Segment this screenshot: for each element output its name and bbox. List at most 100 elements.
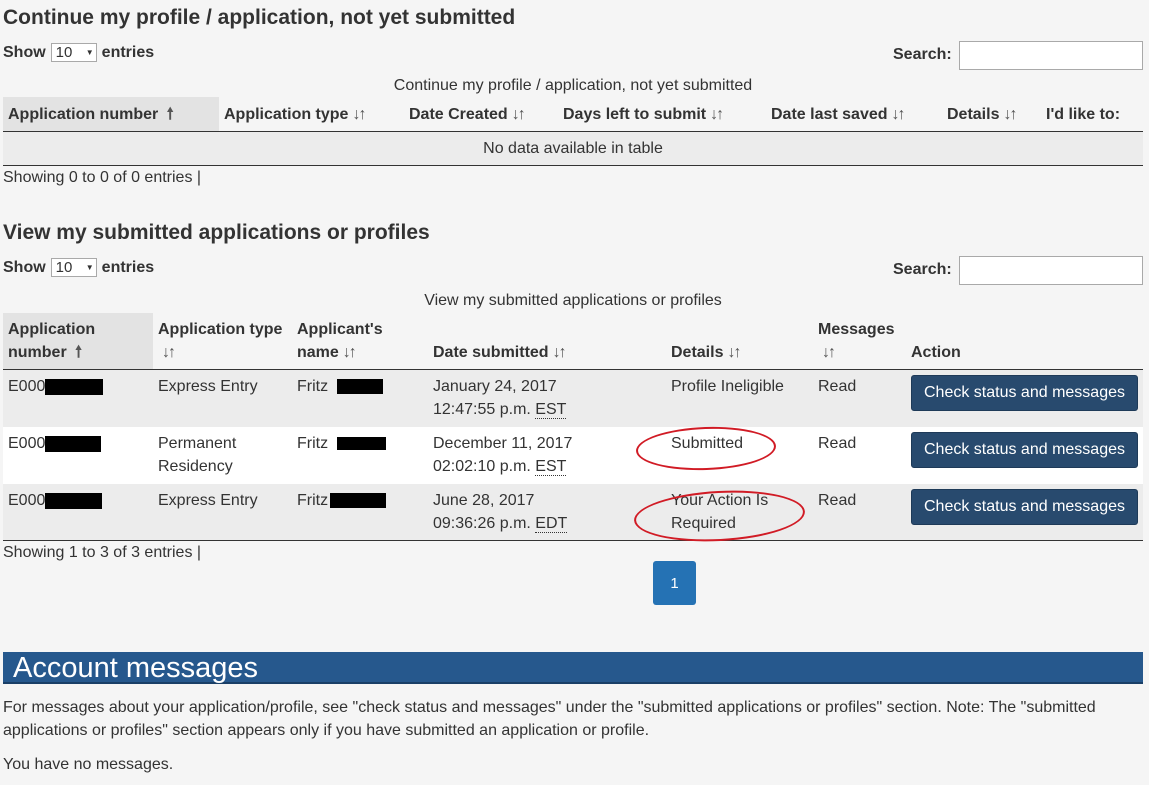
redacted-block (45, 492, 103, 509)
account-note-line: applications or profiles" section appear… (3, 722, 650, 739)
col-label: Application type (158, 321, 283, 338)
pagination-page-1[interactable]: 1 (653, 561, 696, 605)
search-label: Search: (893, 46, 952, 63)
redacted-block (336, 437, 386, 451)
col-date-created[interactable]: Date Created ↓↑ (409, 103, 526, 126)
col-applicant-name[interactable]: Applicant's name ↓↑ (297, 318, 383, 364)
timezone-abbr: EST (535, 401, 567, 419)
cell-applicant-name: Fritz (297, 375, 383, 398)
col-application-number[interactable]: Application number 🠕 (8, 318, 95, 364)
time-line: 09:36:26 p.m. (433, 515, 531, 532)
col-date-submitted[interactable]: Date submitted ↓↑ (433, 341, 567, 364)
col-messages[interactable]: Messages ↓↑ (818, 318, 895, 364)
cell-details: Profile Ineligible (671, 378, 784, 395)
search-input[interactable] (959, 41, 1143, 70)
app-number-prefix: E000 (8, 492, 46, 509)
check-status-button[interactable]: Check status and messages (911, 489, 1138, 525)
search-input[interactable] (959, 256, 1143, 285)
cell-applicant-name: Fritz (297, 489, 387, 512)
table-caption: View my submitted applications or profil… (424, 292, 722, 309)
sort-icon: ↓↑ (727, 344, 741, 361)
redacted-block (45, 435, 102, 452)
col-application-type[interactable]: Application type ↓↑ (224, 103, 366, 126)
col-days-left[interactable]: Days left to submit ↓↑ (563, 103, 724, 126)
sort-icon: ↓↑ (822, 344, 836, 361)
cell-application-number: E000 (8, 375, 104, 398)
entries-select[interactable]: 10 ▼ (50, 43, 97, 62)
timezone-abbr: EST (535, 458, 567, 476)
account-messages-heading: Account messages (3, 652, 1143, 684)
show-entries-control: Show 10 ▼ entries (3, 43, 154, 62)
redacted-block (330, 493, 387, 509)
sort-asc-icon: 🠕 (166, 106, 174, 123)
cell-messages: Read (818, 492, 857, 509)
cell-application-type: Express Entry (158, 378, 258, 395)
app-number-prefix: E000 (8, 378, 46, 395)
account-note: For messages about your application/prof… (3, 696, 1096, 742)
sort-icon: ↓↑ (710, 106, 724, 123)
sort-icon: ↓↑ (162, 344, 176, 361)
sort-icon: ↓↑ (352, 106, 366, 123)
col-label: Date Created (409, 106, 508, 123)
table-info: Showing 1 to 3 of 3 entries | (3, 544, 202, 561)
dropdown-caret-icon: ▼ (85, 263, 94, 272)
sort-icon: ↓↑ (511, 106, 526, 123)
cell-applicant-name: Fritz (297, 432, 386, 455)
no-messages-text: You have no messages. (3, 756, 174, 773)
entries-select-value: 10 (55, 259, 73, 276)
table-info: Showing 0 to 0 of 0 entries | (3, 169, 202, 186)
col-label: Details (947, 106, 1000, 123)
applicant-first-name: Fritz (297, 492, 329, 509)
col-label: Days left to submit (563, 106, 707, 123)
redacted-block (336, 379, 383, 395)
dropdown-caret-icon: ▼ (85, 48, 94, 57)
col-details[interactable]: Details ↓↑ (671, 341, 741, 364)
col-label: name (297, 344, 339, 361)
section-title-submitted: View my submitted applications or profil… (3, 221, 430, 244)
col-id-like-to: I'd like to: (1046, 106, 1121, 123)
entries-label: entries (101, 258, 155, 276)
type-line: Residency (158, 458, 233, 475)
timezone-abbr: EDT (535, 515, 568, 533)
cell-application-number: E000 (8, 489, 103, 512)
entries-select[interactable]: 10 ▼ (50, 258, 97, 277)
applicant-first-name: Fritz (297, 435, 329, 452)
show-label: Show (3, 258, 46, 276)
sort-asc-icon: 🠕 (75, 344, 82, 361)
col-application-number[interactable]: Application number 🠕 (8, 103, 174, 126)
cell-application-type: Permanent Residency (158, 432, 236, 478)
col-application-type[interactable]: Application type ↓↑ (158, 318, 282, 364)
sort-icon: ↓↑ (1003, 106, 1017, 123)
type-line: Permanent (158, 435, 237, 452)
sort-icon: ↓↑ (891, 106, 906, 123)
empty-table-message: No data available in table (483, 140, 663, 157)
col-action: Action (911, 344, 961, 361)
check-status-button[interactable]: Check status and messages (911, 432, 1138, 468)
col-details[interactable]: Details ↓↑ (947, 103, 1017, 126)
cell-messages: Read (818, 378, 857, 395)
applicant-first-name: Fritz (297, 378, 329, 395)
check-status-button[interactable]: Check status and messages (911, 375, 1138, 411)
col-label: number (8, 344, 67, 361)
search-label: Search: (893, 261, 952, 278)
col-label: Date last saved (771, 106, 888, 123)
time-line: 02:02:10 p.m. (433, 458, 531, 475)
app-number-prefix: E000 (8, 435, 46, 452)
entries-select-value: 10 (55, 44, 73, 61)
col-label: Messages (818, 321, 895, 338)
account-note-line: For messages about your application/prof… (3, 699, 1096, 716)
redacted-block (45, 378, 104, 395)
section-title-in-progress: Continue my profile / application, not y… (3, 6, 516, 29)
date-line: January 24, 2017 (433, 378, 557, 395)
date-line: December 11, 2017 (433, 435, 573, 452)
cell-application-type: Express Entry (158, 492, 258, 509)
col-label: Applicant's (297, 321, 383, 338)
cell-date-submitted: January 24, 2017 12:47:55 p.m. EST (433, 375, 567, 421)
col-date-last-saved[interactable]: Date last saved ↓↑ (771, 103, 906, 126)
cell-application-number: E000 (8, 432, 102, 455)
table-caption: Continue my profile / application, not y… (393, 77, 753, 94)
cell-messages: Read (818, 435, 857, 452)
cell-date-submitted: June 28, 2017 09:36:26 p.m. EDT (433, 489, 568, 535)
col-label: Application (8, 321, 96, 338)
time-line: 12:47:55 p.m. (433, 401, 531, 418)
